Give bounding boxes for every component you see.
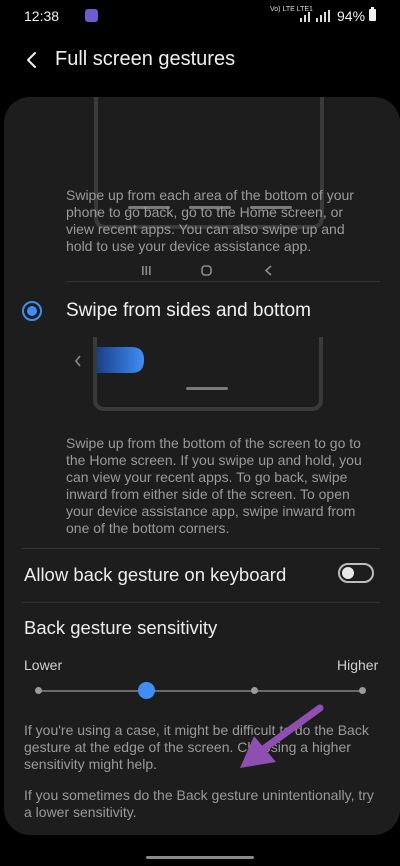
settings-card: Swipe up from each area of the bottom of… [4, 97, 400, 835]
divider [66, 281, 380, 282]
slider-step-1[interactable] [34, 687, 42, 694]
page-title: Full screen gestures [55, 48, 236, 70]
divider [22, 548, 380, 549]
sensitivity-title: Back gesture sensitivity [24, 617, 218, 638]
phone-preview-gestures [74, 337, 323, 411]
option-gestures-label[interactable]: Swipe from sides and bottom [66, 300, 311, 322]
home-indicator[interactable] [146, 856, 254, 859]
slider-thumb[interactable] [137, 682, 155, 699]
annotation-arrow-icon [240, 704, 324, 768]
divider [22, 602, 380, 603]
option-buttons-description: Swipe up from each area of the bottom of… [66, 187, 354, 254]
slider-min-label: Lower [24, 657, 63, 673]
keyboard-back-gesture-label[interactable]: Allow back gesture on keyboard [24, 564, 286, 586]
battery-icon [369, 7, 376, 21]
sensitivity-help-unintentional: If you sometimes do the Back gesture uni… [24, 787, 374, 820]
signal-icon [300, 10, 330, 22]
notification-app-icon [85, 9, 98, 22]
slider-step-4[interactable] [358, 687, 366, 694]
toggle-knob [342, 567, 354, 579]
option-gestures-description: Swipe up from the bottom of the screen t… [66, 435, 362, 536]
slider-max-label: Higher [337, 657, 379, 673]
status-bar: 12:38 Vo) LTE LTE1 94% [0, 0, 400, 34]
back-arrow-icon[interactable] [18, 46, 46, 74]
keyboard-back-gesture-toggle[interactable] [338, 563, 374, 583]
status-time: 12:38 [24, 8, 60, 24]
battery-percent: 94% [337, 8, 366, 24]
radio-swipe-sides-bottom[interactable] [22, 301, 42, 321]
sensitivity-slider[interactable] [34, 681, 366, 701]
nav-button-icons [142, 265, 272, 276]
slider-track[interactable] [38, 690, 362, 692]
slider-step-3[interactable] [250, 687, 258, 694]
app-header: Full screen gestures [0, 34, 400, 88]
